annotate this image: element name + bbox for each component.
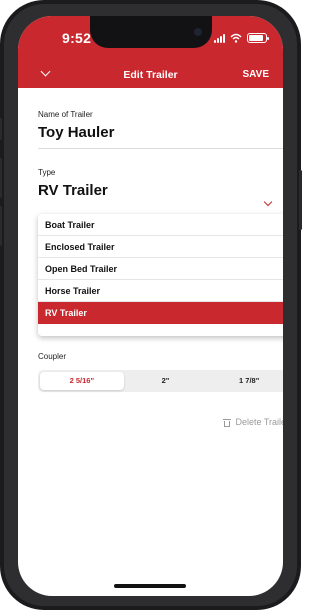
wifi-icon [230, 33, 242, 43]
home-indicator[interactable] [114, 584, 186, 588]
phone-frame: 9:52 Edit Trailer SAVE Name of Trailer T… [0, 0, 302, 610]
app-screen: 9:52 Edit Trailer SAVE Name of Trailer T… [18, 16, 283, 596]
menu-item-horse-trailer[interactable]: Horse Trailer [38, 280, 283, 302]
save-button[interactable]: SAVE [243, 69, 270, 80]
camera-notch [90, 16, 212, 48]
coupler-option-2-5-16[interactable]: 2 5/16" [40, 372, 124, 390]
mute-switch [0, 118, 2, 140]
delete-trailer-button[interactable]: Delete Trailer [223, 417, 283, 427]
coupler-segmented-control: 2 5/16" 2" 1 7/8" [38, 370, 283, 392]
menu-item-boat-trailer[interactable]: Boat Trailer [38, 214, 283, 236]
volume-up-button [0, 158, 2, 198]
menu-item-rv-trailer[interactable]: RV Trailer [38, 302, 283, 324]
menu-item-enclosed-trailer[interactable]: Enclosed Trailer [38, 236, 283, 258]
name-field-divider [38, 148, 283, 149]
type-dropdown-menu: Boat Trailer Enclosed Trailer Open Bed T… [38, 214, 283, 336]
battery-icon [247, 33, 269, 43]
power-button [299, 170, 302, 230]
coupler-option-1-7-8[interactable]: 1 7/8" [207, 372, 283, 390]
coupler-label: Coupler [38, 352, 67, 361]
chevron-down-icon[interactable] [263, 197, 273, 207]
type-select[interactable]: RV Trailer [38, 182, 108, 199]
menu-item-open-bed-trailer[interactable]: Open Bed Trailer [38, 258, 283, 280]
status-time: 9:52 [62, 30, 92, 46]
coupler-option-2[interactable]: 2" [124, 372, 208, 390]
signal-icon [214, 33, 225, 43]
name-field-input[interactable]: Toy Hauler [38, 124, 114, 141]
delete-trailer-label: Delete Trailer [235, 417, 283, 427]
volume-down-button [0, 206, 2, 246]
status-icons [214, 32, 269, 44]
front-camera-icon [194, 28, 202, 36]
trash-icon [223, 418, 232, 427]
app-header: 9:52 Edit Trailer SAVE [18, 16, 283, 88]
type-field-label: Type [38, 168, 56, 177]
name-field-label: Name of Trailer [38, 110, 93, 119]
